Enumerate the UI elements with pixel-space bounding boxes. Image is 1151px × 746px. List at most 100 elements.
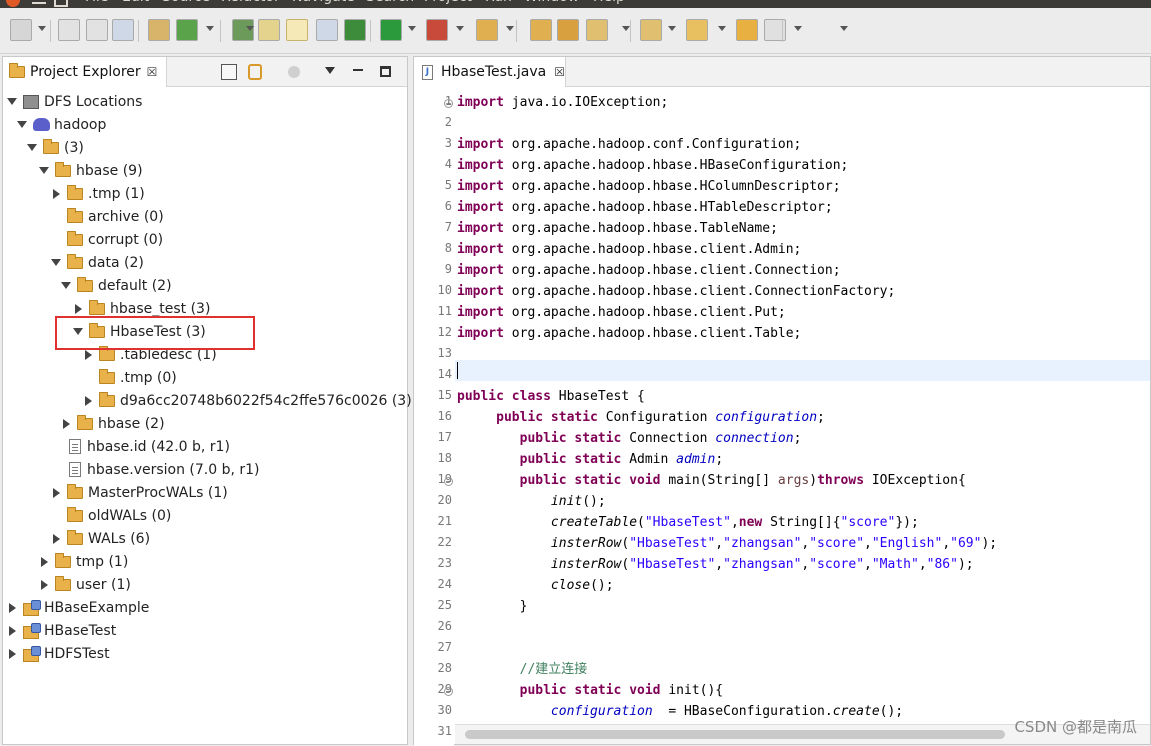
tree-item[interactable]: hadoop [17, 113, 106, 136]
collapsed-arrow-icon[interactable] [53, 533, 60, 544]
code-line[interactable]: import org.apache.hadoop.hbase.client.Ad… [457, 239, 801, 260]
collapsed-arrow-icon[interactable] [9, 625, 16, 636]
tree-item[interactable]: WALs (6) [51, 527, 150, 550]
back-icon[interactable] [736, 19, 758, 41]
menu-item-run[interactable]: Run [485, 0, 512, 5]
expanded-arrow-icon[interactable] [17, 121, 27, 128]
expanded-arrow-icon[interactable] [7, 98, 17, 105]
tree-item[interactable]: .tmp (1) [51, 182, 145, 205]
menu-item-project[interactable]: Project [424, 0, 472, 5]
tree-item[interactable]: default (2) [61, 274, 172, 297]
menu-item-refactor[interactable]: Refactor [221, 0, 280, 5]
tree-item[interactable]: archive (0) [51, 205, 164, 228]
open-folder-2-icon[interactable] [530, 19, 552, 41]
expanded-arrow-icon[interactable] [51, 259, 61, 266]
tree-item[interactable]: hbase (9) [39, 159, 143, 182]
maximize-icon[interactable] [54, 0, 68, 7]
collapse-all-icon[interactable] [221, 64, 237, 80]
tree-item[interactable]: hbase.id (42.0 b, r1) [51, 435, 230, 458]
tree-item[interactable]: HBaseExample [7, 596, 149, 619]
view-menu-icon[interactable] [325, 67, 335, 74]
prev-annotation-icon[interactable] [640, 19, 662, 41]
code-line[interactable]: import org.apache.hadoop.hbase.TableName… [457, 218, 778, 239]
tab-project-explorer[interactable]: Project Explorer ☒ [3, 57, 167, 87]
maximize-icon[interactable] [380, 66, 391, 77]
save-all-icon[interactable] [86, 19, 108, 41]
expanded-arrow-icon[interactable] [61, 282, 71, 289]
scrollbar-thumb[interactable] [465, 730, 1005, 739]
link-with-editor-icon[interactable] [248, 64, 262, 80]
tree-item[interactable]: d9a6cc20748b6022f54c2ffe576c0026 (3) [83, 389, 412, 412]
save-icon[interactable] [58, 19, 80, 41]
collapsed-arrow-icon[interactable] [9, 648, 16, 659]
new-java-project-icon[interactable] [148, 19, 170, 41]
debug-icon[interactable] [344, 19, 366, 41]
search-icon[interactable] [557, 19, 579, 41]
code-line[interactable]: close(); [457, 575, 614, 596]
close-window-icon[interactable] [6, 0, 20, 7]
collapsed-arrow-icon[interactable] [41, 556, 48, 567]
code-line[interactable]: import org.apache.hadoop.conf.Configurat… [457, 134, 801, 155]
tree-item[interactable]: data (2) [51, 251, 144, 274]
dropdown-arrow-icon[interactable] [794, 26, 802, 31]
dropdown-arrow-icon[interactable] [668, 26, 676, 31]
collapsed-arrow-icon[interactable] [53, 487, 60, 498]
menu-item-navigate[interactable]: Navigate [292, 0, 355, 5]
code-line[interactable]: public static Connection connection; [457, 428, 802, 449]
tree-item[interactable]: .tmp (0) [83, 366, 177, 389]
collapsed-arrow-icon[interactable] [9, 602, 16, 613]
tree-item[interactable]: oldWALs (0) [51, 504, 171, 527]
dropdown-arrow-icon[interactable] [840, 26, 848, 31]
run-icon[interactable] [380, 19, 402, 41]
code-line[interactable]: createTable("HbaseTest",new String[]{"sc… [457, 512, 919, 533]
collapsed-arrow-icon[interactable] [85, 349, 92, 360]
collapsed-arrow-icon[interactable] [75, 303, 82, 314]
tree-item[interactable]: user (1) [39, 573, 131, 596]
fold-toggle-icon[interactable]: − [444, 687, 453, 696]
code-line[interactable]: } [457, 596, 528, 617]
menu-item-source[interactable]: Source [162, 0, 210, 5]
dropdown-arrow-icon[interactable] [456, 26, 464, 31]
menu-icon[interactable] [32, 2, 46, 4]
run-last-icon[interactable] [426, 19, 448, 41]
tree-item[interactable]: HBaseTest [7, 619, 116, 642]
minimize-icon[interactable] [353, 69, 363, 71]
code-line[interactable]: import org.apache.hadoop.hbase.client.Co… [457, 260, 841, 281]
menu-item-file[interactable]: File [85, 0, 108, 5]
code-line[interactable]: import org.apache.hadoop.hbase.HBaseConf… [457, 155, 848, 176]
tree-item[interactable]: corrupt (0) [51, 228, 163, 251]
menu-item-search[interactable]: Search [366, 0, 414, 5]
code-line[interactable]: import org.apache.hadoop.hbase.client.Co… [457, 281, 895, 302]
code-line[interactable]: import org.apache.hadoop.hbase.HColumnDe… [457, 176, 841, 197]
collapsed-arrow-icon[interactable] [85, 395, 92, 406]
code-line[interactable]: insterRow("HbaseTest","zhangsan","score"… [457, 533, 997, 554]
collapsed-arrow-icon[interactable] [63, 418, 70, 429]
fold-toggle-icon[interactable]: − [444, 477, 453, 486]
menu-item-help[interactable]: Help [593, 0, 625, 5]
tab-hbasetest-java[interactable]: J HbaseTest.java ☒ [414, 57, 566, 87]
dropdown-arrow-icon[interactable] [246, 26, 254, 31]
print-icon[interactable] [112, 19, 134, 41]
collapsed-arrow-icon[interactable] [41, 579, 48, 590]
code-line[interactable]: //建立连接 [457, 659, 588, 680]
expanded-arrow-icon[interactable] [39, 167, 49, 174]
tree-item[interactable]: (3) [27, 136, 84, 159]
tree-item[interactable]: DFS Locations [7, 90, 142, 113]
code-line[interactable]: import org.apache.hadoop.hbase.client.Pu… [457, 302, 786, 323]
toggle-breadcrumb-icon[interactable] [286, 19, 308, 41]
code-line[interactable]: public class HbaseTest { [457, 386, 645, 407]
code-line[interactable]: insterRow("HbaseTest","zhangsan","score"… [457, 554, 974, 575]
code-line[interactable]: init(); [457, 491, 606, 512]
dropdown-arrow-icon[interactable] [206, 26, 214, 31]
code-line[interactable]: public static Admin admin; [457, 449, 724, 470]
fold-toggle-icon[interactable]: − [444, 99, 453, 108]
code-line[interactable]: import java.io.IOException; [457, 92, 668, 113]
code-line[interactable]: import org.apache.hadoop.hbase.client.Ta… [457, 323, 801, 344]
dropdown-arrow-icon[interactable] [408, 26, 416, 31]
new-class-icon[interactable] [176, 19, 198, 41]
dropdown-arrow-icon[interactable] [622, 26, 630, 31]
menu-item-window[interactable]: Window [524, 0, 579, 5]
new-icon[interactable] [10, 19, 32, 41]
last-edit-icon[interactable] [686, 19, 708, 41]
next-annotation-icon[interactable] [586, 19, 608, 41]
